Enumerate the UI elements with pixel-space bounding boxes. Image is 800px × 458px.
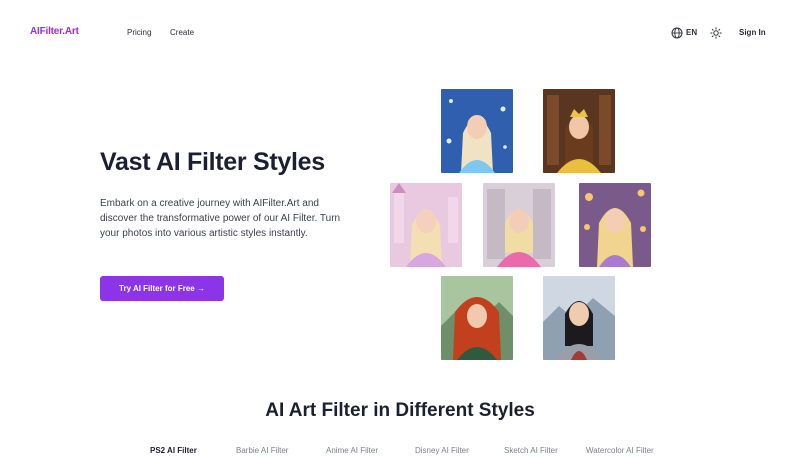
section-title: AI Art Filter in Different Styles (265, 400, 535, 421)
logo[interactable]: AIFilter.Art (30, 26, 79, 37)
tab-disney-ai-filter[interactable]: Disney AI Filter (415, 446, 469, 455)
gallery-image-ice-princess (441, 89, 513, 173)
hero-title: Vast AI Filter Styles (100, 148, 325, 176)
globe-icon[interactable] (671, 27, 683, 39)
gallery-image-belle (543, 89, 615, 173)
gallery-image-merida (441, 276, 513, 360)
tab-watercolor-ai-filter[interactable]: Watercolor AI Filter (586, 446, 654, 455)
hero-description: Embark on a creative journey with AIFilt… (100, 198, 341, 239)
sun-icon[interactable] (710, 27, 722, 39)
nav-create[interactable]: Create (170, 28, 194, 37)
tab-sketch-ai-filter[interactable]: Sketch AI Filter (504, 446, 558, 455)
sign-in-link[interactable]: Sign In (739, 28, 766, 37)
language-selector[interactable]: EN (686, 28, 697, 37)
gallery-image-castle-princess (390, 183, 462, 267)
gallery-image-barbie (483, 183, 555, 267)
tab-ps2-ai-filter[interactable]: PS2 AI Filter (150, 446, 197, 455)
tab-barbie-ai-filter[interactable]: Barbie AI Filter (236, 446, 288, 455)
nav-pricing[interactable]: Pricing (127, 28, 151, 37)
tab-anime-ai-filter[interactable]: Anime AI Filter (326, 446, 378, 455)
gallery-image-rapunzel (579, 183, 651, 267)
site-header: AIFilter.Art Pricing Create EN Sign In (0, 0, 800, 66)
style-tabs: PS2 AI Filter Barbie AI Filter Anime AI … (0, 446, 800, 458)
try-free-button[interactable]: Try AI Filter for Free → (100, 276, 224, 301)
gallery-image-mulan (543, 276, 615, 360)
